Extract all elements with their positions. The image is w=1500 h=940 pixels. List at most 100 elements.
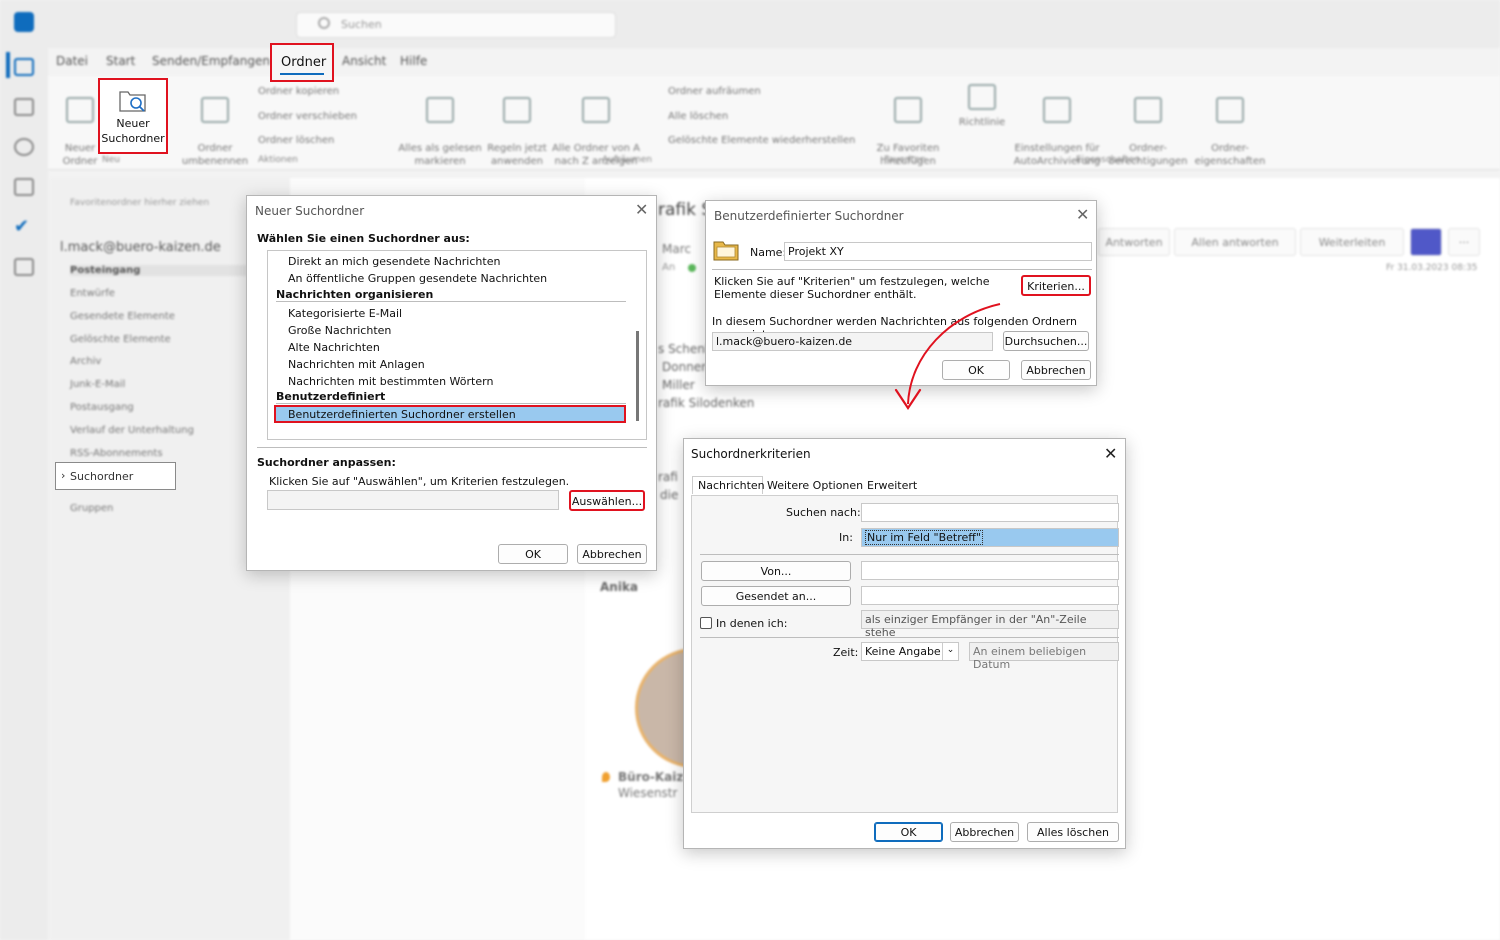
close-icon[interactable]: ✕ — [1104, 444, 1117, 463]
antworten-button[interactable]: Antworten — [1098, 228, 1170, 256]
mail-icon[interactable] — [14, 58, 34, 76]
todo-check-icon[interactable]: ✔ — [14, 216, 29, 237]
ordner-umbenennen-label: Ordner umbenennen — [181, 143, 249, 167]
ok-button[interactable]: OK — [498, 544, 568, 564]
list-item[interactable]: Kategorisierte E-Mail — [288, 307, 402, 320]
neuer-ordner-button[interactable]: Neuer Ordner — [58, 84, 102, 168]
abbrechen-button[interactable]: Abbrechen — [1021, 360, 1091, 380]
group-aufraeumen: Aufräumen — [602, 155, 652, 165]
selected-item-label: Benutzerdefinierten Suchordner erstellen — [288, 408, 516, 421]
gesendet-an-button[interactable]: Gesendet an... — [701, 586, 851, 606]
teams-icon[interactable] — [1410, 228, 1442, 256]
folder-junk[interactable]: Junk-E-Mail — [70, 379, 125, 390]
body-line-6: die — [660, 488, 679, 502]
menu-start[interactable]: Start — [106, 54, 135, 68]
name-label: Name: — [750, 246, 787, 259]
rail-active-indicator — [6, 52, 10, 78]
apps-icon[interactable] — [14, 258, 34, 276]
account-label[interactable]: l.mack@buero-kaizen.de — [60, 240, 221, 255]
list-item-selected[interactable]: Benutzerdefinierten Suchordner erstellen — [274, 405, 626, 423]
list-item[interactable]: Nachrichten mit Anlagen — [288, 358, 425, 371]
annotation-arrow-icon — [894, 303, 1001, 410]
menu-ordner-tab[interactable]: Ordner — [270, 43, 334, 82]
alles-gelesen-button[interactable]: Alles als gelesen markieren — [398, 84, 482, 168]
divider — [257, 447, 647, 448]
folder-geloeschte[interactable]: Gelöschte Elemente — [70, 334, 171, 345]
tab-erweitert[interactable]: Erweitert — [867, 479, 917, 492]
people-icon[interactable] — [14, 138, 34, 156]
list-item[interactable]: Direkt an mich gesendete Nachrichten — [288, 255, 500, 268]
list-item[interactable]: An öffentliche Gruppen gesendete Nachric… — [288, 272, 547, 285]
list-item[interactable]: Große Nachrichten — [288, 324, 391, 337]
anpassen-label: Suchordner anpassen: — [257, 456, 396, 469]
abbrechen-button[interactable]: Abbrechen — [577, 544, 647, 564]
kriterien-button[interactable]: Kriterien... — [1021, 275, 1091, 296]
search-input[interactable]: Suchen — [296, 12, 616, 38]
folder-entwuerfe[interactable]: Entwürfe — [70, 288, 115, 299]
gesendet-an-input[interactable] — [861, 586, 1119, 605]
von-input[interactable] — [861, 561, 1119, 580]
abbrechen-button[interactable]: Abbrechen — [950, 822, 1019, 842]
empfaenger-select[interactable]: als einziger Empfänger in der "An"-Zeile… — [861, 610, 1119, 639]
allen-antworten-button[interactable]: Allen antworten — [1174, 228, 1296, 256]
favorites-star-icon — [894, 97, 922, 123]
ordner-kopieren-button[interactable]: Ordner kopieren — [258, 85, 339, 98]
zeit-select[interactable]: Keine Angabe ⌄ — [861, 642, 959, 661]
notes-icon[interactable] — [14, 178, 34, 196]
list-item[interactable]: Alte Nachrichten — [288, 341, 380, 354]
regeln-button[interactable]: Regeln jetzt anwenden — [486, 84, 548, 168]
ordner-aufraeumen-button[interactable]: Ordner aufräumen — [668, 85, 761, 98]
alles-loeschen-button[interactable]: Alles löschen — [1027, 822, 1119, 842]
folder-postausgang[interactable]: Postausgang — [70, 402, 134, 413]
signature-place: Wiesenstr — [618, 786, 678, 800]
in-select[interactable]: Nur im Feld "Betreff" — [861, 528, 1119, 547]
chevron-right-icon: › — [61, 469, 66, 482]
list-scrollbar[interactable] — [636, 331, 639, 421]
close-icon[interactable]: ✕ — [1076, 205, 1089, 224]
folder-suchordner[interactable]: › Suchordner — [55, 462, 176, 490]
folder-rss[interactable]: RSS-Abonnements — [70, 448, 163, 459]
in-select-value: Nur im Feld "Betreff" — [865, 530, 983, 545]
kriterien-hint: Klicken Sie auf "Kriterien" um festzuleg… — [714, 275, 990, 301]
in-denen-ich-label: In denen ich: — [716, 617, 788, 630]
ok-button[interactable]: OK — [874, 822, 943, 842]
calendar-icon[interactable] — [14, 98, 34, 116]
tab-nachrichten[interactable]: Nachrichten — [692, 476, 765, 494]
richtlinie-button[interactable]: Richtlinie — [956, 84, 1008, 129]
ordner-verschieben-button[interactable]: Ordner verschieben — [258, 110, 357, 123]
neuer-suchordner-button[interactable]: Neuer Suchordner — [98, 78, 168, 154]
datum-select[interactable]: An einem beliebigen Datum — [969, 642, 1119, 671]
menu-datei[interactable]: Datei — [56, 54, 88, 68]
folder-gruppen[interactable]: Gruppen — [70, 503, 113, 514]
menu-senden-empfangen[interactable]: Senden/Empfangen — [152, 54, 270, 68]
suchordner-list[interactable]: Direkt an mich gesendete Nachrichten An … — [267, 250, 647, 440]
chevron-down-icon: ⌄ — [942, 643, 958, 660]
menu-ansicht[interactable]: Ansicht — [342, 54, 386, 68]
geloeschte-wiederherstellen-button[interactable]: Gelöschte Elemente wiederherstellen — [668, 134, 855, 147]
folder-posteingang[interactable]: Posteingang — [70, 265, 250, 276]
von-button[interactable]: Von... — [701, 561, 851, 581]
folder-archiv[interactable]: Archiv — [70, 356, 101, 367]
list-heading-organisieren: Nachrichten organisieren — [276, 288, 434, 301]
menu-hilfe[interactable]: Hilfe — [400, 54, 427, 68]
name-input[interactable]: Projekt XY — [784, 242, 1092, 261]
outlook-logo-icon — [14, 12, 34, 32]
more-options-icon[interactable]: ··· — [1448, 228, 1480, 256]
folder-verlauf[interactable]: Verlauf der Unterhaltung — [70, 425, 194, 436]
suchen-nach-input[interactable] — [861, 503, 1119, 522]
auswaehlen-button[interactable]: Auswählen... — [569, 490, 645, 511]
ordner-loeschen-button[interactable]: Ordner löschen — [258, 134, 334, 147]
list-item[interactable]: Nachrichten mit bestimmten Wörtern — [288, 375, 493, 388]
ordner-umbenennen-button[interactable]: Ordner umbenennen — [180, 84, 250, 168]
close-icon[interactable]: ✕ — [635, 200, 648, 219]
tab-weitere-optionen[interactable]: Weitere Optionen — [767, 479, 863, 492]
in-denen-ich-checkbox[interactable] — [700, 617, 712, 629]
mark-read-icon — [426, 97, 454, 123]
alle-loeschen-button[interactable]: Alle löschen — [668, 110, 728, 123]
durchsuchen-button[interactable]: Durchsuchen... — [1003, 331, 1089, 351]
dialog-title: Benutzerdefinierter Suchordner — [714, 209, 904, 223]
dialog-neuer-suchordner: Neuer Suchordner ✕ Wählen Sie einen Such… — [246, 195, 657, 571]
weiterleiten-button[interactable]: Weiterleiten — [1300, 228, 1404, 256]
eigenschaften-button[interactable]: Ordner- eigenschaften — [1192, 84, 1268, 168]
folder-gesendete[interactable]: Gesendete Elemente — [70, 311, 175, 322]
